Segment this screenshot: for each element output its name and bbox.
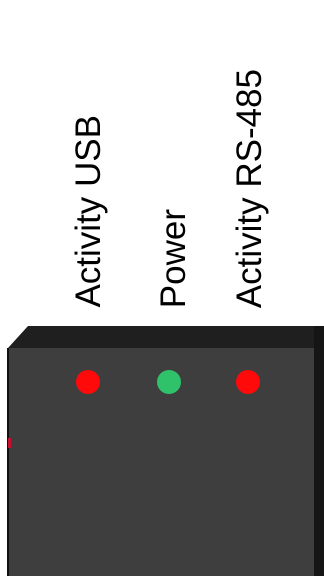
activity-rs485-label-column: Activity RS-485: [225, 8, 273, 308]
power-label: Power: [153, 208, 193, 308]
housing-right-side: [314, 326, 324, 576]
led-indicator-diagram: Activity USB Power Activity RS-485: [0, 0, 324, 576]
power-label-column: Power: [149, 8, 197, 308]
activity-usb-led: [76, 370, 100, 394]
housing-top-bevel: [8, 326, 324, 348]
activity-rs485-led: [236, 370, 260, 394]
power-led: [157, 370, 181, 394]
activity-usb-label-column: Activity USB: [64, 8, 112, 308]
housing-edge-accent: [8, 438, 11, 448]
activity-rs485-label: Activity RS-485: [229, 68, 269, 308]
device-housing: [7, 326, 324, 576]
activity-usb-label: Activity USB: [68, 115, 108, 308]
